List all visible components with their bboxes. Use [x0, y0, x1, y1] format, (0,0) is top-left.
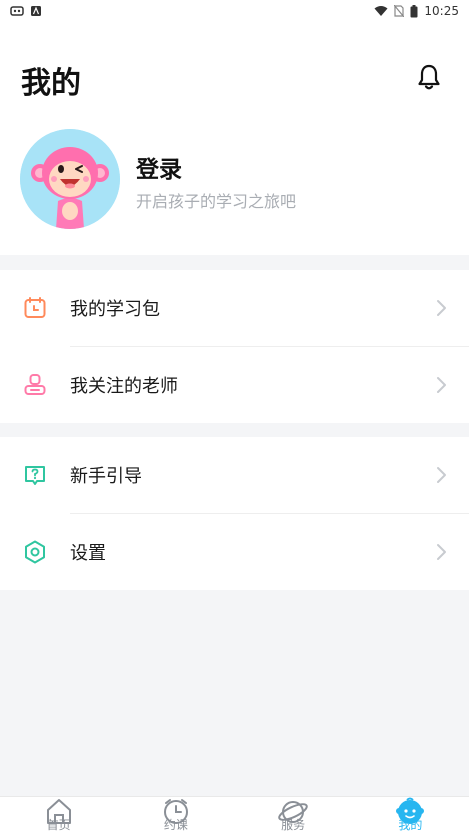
tab-home[interactable]: 首页: [0, 797, 117, 835]
menu-item-label: 新手引导: [70, 466, 142, 487]
avatar[interactable]: [20, 129, 120, 229]
tab-label: 首页: [46, 818, 71, 832]
page-title: 我的: [21, 66, 81, 101]
teacher-icon: [24, 374, 46, 395]
chevron-right-icon: [437, 377, 446, 393]
chevron-right-icon: [437, 467, 446, 483]
battery-icon: [410, 4, 418, 17]
tab-service[interactable]: 服务: [235, 797, 352, 835]
tab-mine[interactable]: 我的: [352, 797, 469, 835]
login-subtitle: 开启孩子的学习之旅吧: [136, 192, 297, 211]
status-bar: 10:25: [0, 0, 469, 22]
tab-label: 服务: [281, 818, 306, 832]
menu-group-learning: 我的学习包 我关注的老师: [0, 270, 469, 423]
menu-item-label: 我关注的老师: [70, 376, 178, 397]
menu-item-followed-teachers[interactable]: 我关注的老师: [0, 347, 469, 423]
menu-group-help: 新手引导 设置: [0, 437, 469, 590]
menu-item-settings[interactable]: 设置: [0, 514, 469, 590]
monkey-avatar-icon: [20, 129, 120, 229]
bell-icon[interactable]: [414, 62, 444, 92]
question-icon: [25, 466, 45, 485]
tab-booking[interactable]: 约课: [117, 797, 234, 835]
chevron-right-icon: [437, 544, 446, 560]
menu-item-study-pack[interactable]: 我的学习包: [0, 270, 469, 346]
status-time: 10:25: [424, 4, 459, 18]
tab-label: 我的: [398, 818, 423, 832]
notification-icon: [10, 6, 24, 16]
settings-icon: [25, 540, 45, 564]
menu-item-label: 设置: [70, 543, 106, 564]
chevron-right-icon: [437, 300, 446, 316]
menu-item-beginner-guide[interactable]: 新手引导: [0, 437, 469, 513]
menu-item-label: 我的学习包: [70, 299, 160, 320]
app-notification-icon: [31, 6, 41, 16]
calendar-icon: [24, 297, 46, 318]
bottom-tab-bar: 首页 约课 服务 我的: [0, 796, 469, 835]
wifi-icon: [374, 6, 388, 16]
profile-header: 我的 登录 开启孩子的学习之旅吧: [0, 22, 469, 255]
no-sim-icon: [394, 5, 405, 17]
login-button[interactable]: 登录: [136, 150, 182, 184]
tab-label: 约课: [163, 818, 188, 832]
